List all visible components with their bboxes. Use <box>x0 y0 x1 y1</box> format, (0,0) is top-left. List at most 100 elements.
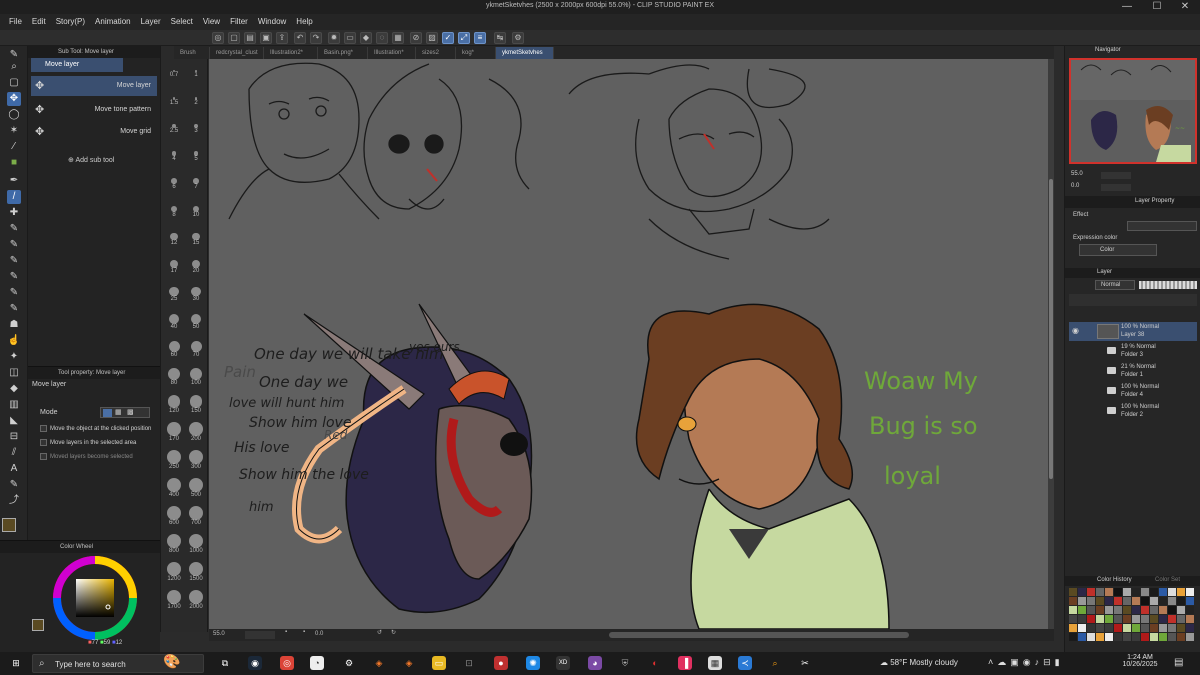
color-history-swatch[interactable] <box>1132 588 1140 596</box>
color-history-swatch[interactable] <box>1105 597 1113 605</box>
sub-tool-group-tab[interactable]: Move layer <box>31 58 123 72</box>
effect-buttons[interactable] <box>1127 221 1197 231</box>
visibility-eye-icon[interactable]: ◉ <box>1072 326 1079 335</box>
brush-size-preset[interactable]: 7 <box>186 170 206 190</box>
blender-alt-icon[interactable]: ◈ <box>402 656 416 670</box>
brush-size-preset[interactable]: 2 <box>186 86 206 106</box>
color-history-swatch[interactable] <box>1132 606 1140 614</box>
file-explorer-icon[interactable]: ▭ <box>432 656 446 670</box>
color-history-swatch[interactable] <box>1177 615 1185 623</box>
eraser-icon[interactable]: ◫ <box>7 366 21 380</box>
color-history-swatch[interactable] <box>1141 624 1149 632</box>
brush-size-preset[interactable]: 1 <box>186 58 206 78</box>
maximize-button[interactable]: ☐ <box>1142 1 1172 13</box>
brush-size-preset[interactable]: 100 <box>186 366 206 386</box>
layer-folder-row[interactable]: 19 % Normal Folder 3 <box>1069 342 1197 361</box>
clip-studio-icon[interactable]: ◎ <box>212 32 224 44</box>
document-tab[interactable]: Basin.png* <box>318 47 368 59</box>
color-history-swatch[interactable] <box>1123 615 1131 623</box>
expression-color-dropdown[interactable]: Color <box>1079 244 1157 256</box>
add-sub-tool-button[interactable]: ⊕ Add sub tool <box>68 156 114 164</box>
pencil-icon[interactable]: / <box>7 190 21 204</box>
color-wheel[interactable] <box>52 555 138 641</box>
menu-select[interactable]: Select <box>166 14 198 30</box>
system-tray-icons[interactable]: ˄☁▣◉♪⊟▮ <box>988 657 1064 668</box>
brush-size-preset[interactable]: 15 <box>186 226 206 246</box>
brush-size-preset[interactable]: 70 <box>186 338 206 358</box>
color-history-swatch[interactable] <box>1132 615 1140 623</box>
color-history-swatch[interactable] <box>1186 633 1194 641</box>
minimize-button[interactable]: — <box>1112 1 1142 13</box>
color-history-swatch[interactable] <box>1177 606 1185 614</box>
menu-filter[interactable]: Filter <box>225 14 253 30</box>
option-become-selected[interactable]: Moved layers become selected <box>40 453 133 460</box>
color-history-swatch[interactable] <box>1186 597 1194 605</box>
color-history-swatch[interactable] <box>1087 606 1095 614</box>
brush-size-preset[interactable]: 17 <box>164 254 184 274</box>
operation-icon[interactable]: ▢ <box>7 76 21 90</box>
app-icon[interactable]: ⊡ <box>462 656 476 670</box>
menu-file[interactable]: File <box>4 14 27 30</box>
color-history-swatch[interactable] <box>1105 588 1113 596</box>
color-history-swatch[interactable] <box>1078 597 1086 605</box>
brush-size-preset[interactable]: 20 <box>186 254 206 274</box>
color-history-swatch[interactable] <box>1114 633 1122 641</box>
color-history-swatch[interactable] <box>1087 588 1095 596</box>
navigator-angle[interactable]: 0.0 <box>1071 183 1079 189</box>
snap-icon[interactable]: ⊘ <box>410 32 422 44</box>
windows-start-icon[interactable]: ⊞ <box>9 656 23 670</box>
color-history-swatch[interactable] <box>1159 606 1167 614</box>
color-history-swatch[interactable] <box>1087 615 1095 623</box>
taskbar-clock[interactable]: 1:24 AM 10/26/2025 <box>1118 654 1162 668</box>
color-history-swatch[interactable] <box>1087 597 1095 605</box>
document-tab[interactable]: Brush <box>174 47 210 59</box>
color-history-swatch[interactable] <box>1168 588 1176 596</box>
color-history-swatch[interactable] <box>1132 597 1140 605</box>
navigator-preview[interactable]: ~~ <box>1069 58 1197 164</box>
vpn-icon[interactable]: ⛨ <box>618 656 632 670</box>
color-picker-icon[interactable]: ■ <box>7 156 21 170</box>
brush-size-preset[interactable]: 2.5 <box>164 114 184 134</box>
globe-icon[interactable]: ✺ <box>526 656 540 670</box>
color-history-swatch[interactable] <box>1114 606 1122 614</box>
vscode-icon[interactable]: ≺ <box>738 656 752 670</box>
deselect-icon[interactable]: ◌ <box>376 32 388 44</box>
color-history-swatch[interactable] <box>1096 615 1104 623</box>
color-history-swatch[interactable] <box>1114 588 1122 596</box>
sparkle-icon[interactable]: ✦ <box>7 350 21 364</box>
navigator-angle-slider[interactable] <box>1101 184 1131 191</box>
fill-bucket-icon[interactable]: ◆ <box>7 382 21 396</box>
rotate-left-icon[interactable]: ↺ <box>377 629 382 636</box>
brush-size-preset[interactable]: 200 <box>186 422 206 442</box>
brush-size-preset[interactable]: 1200 <box>164 562 184 582</box>
blender-icon[interactable]: ◈ <box>372 656 386 670</box>
color-history-swatch[interactable] <box>1096 624 1104 632</box>
color-history-swatch[interactable] <box>1150 624 1158 632</box>
redo-icon[interactable]: ↷ <box>310 32 322 44</box>
decoration-icon[interactable]: ✎ <box>7 238 21 252</box>
brush-size-preset[interactable]: 8 <box>164 198 184 218</box>
color-history-swatch[interactable] <box>1141 615 1149 623</box>
color-history-swatch[interactable] <box>1069 588 1077 596</box>
document-tab[interactable]: redcrystal_clust <box>210 47 264 59</box>
color-history-swatch[interactable] <box>1123 624 1131 632</box>
color-history-swatch[interactable] <box>1123 588 1131 596</box>
menu-window[interactable]: Window <box>253 14 291 30</box>
color-history-swatch[interactable] <box>1141 633 1149 641</box>
brush-size-preset[interactable]: 700 <box>186 506 206 526</box>
color-history-swatch[interactable] <box>1114 624 1122 632</box>
layer-folder-row[interactable]: 21 % Normal Folder 1 <box>1069 362 1197 381</box>
move-layer-icon[interactable]: ✥ <box>7 92 21 106</box>
flip-icon[interactable]: ↹ <box>494 32 506 44</box>
brush-size-preset[interactable]: 600 <box>164 506 184 526</box>
brush-size-preset[interactable]: 1.5 <box>164 86 184 106</box>
color-history-swatch[interactable] <box>1150 615 1158 623</box>
color-history-swatch[interactable] <box>1105 615 1113 623</box>
fill-icon[interactable]: ◆ <box>360 32 372 44</box>
text-icon[interactable]: A <box>7 462 21 476</box>
brush-size-preset[interactable]: 25 <box>164 282 184 302</box>
rotate-right-icon[interactable]: ↻ <box>391 629 396 636</box>
color-history-swatch[interactable] <box>1150 606 1158 614</box>
brush-size-preset[interactable]: 1000 <box>186 534 206 554</box>
brush-size-preset[interactable]: 800 <box>164 534 184 554</box>
